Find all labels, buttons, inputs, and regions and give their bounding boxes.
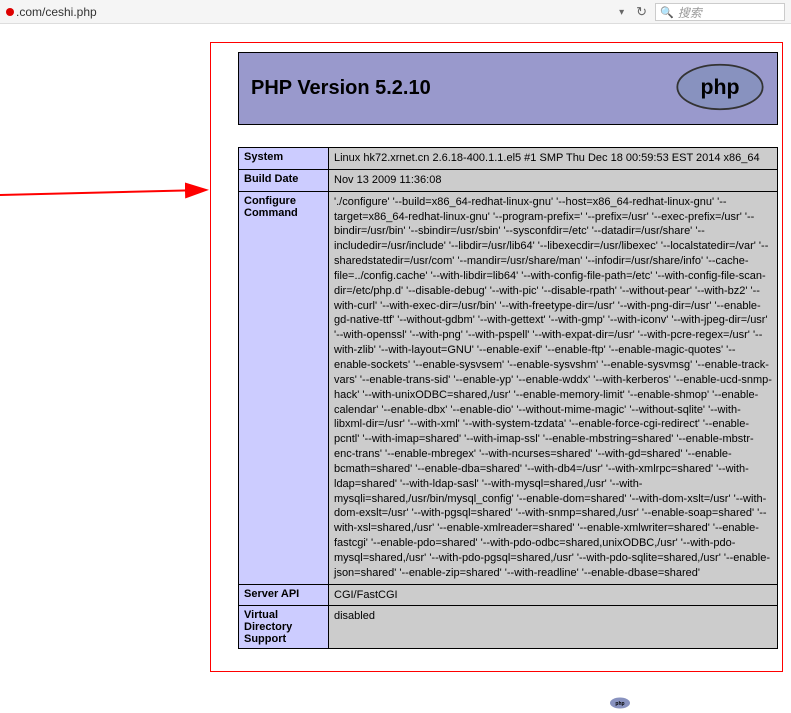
- row-label: Configure Command: [239, 191, 329, 584]
- phpinfo-header: PHP Version 5.2.10 php: [238, 52, 778, 125]
- row-value: './configure' '--build=x86_64-redhat-lin…: [329, 191, 778, 584]
- row-value: disabled: [329, 606, 778, 649]
- browser-toolbar: .com/ceshi.php ▾ ↻ 🔍 搜索: [0, 0, 791, 24]
- search-input[interactable]: 🔍 搜索: [655, 3, 785, 21]
- table-row: Virtual Directory Support disabled: [239, 606, 778, 649]
- phpinfo-table: System Linux hk72.xrnet.cn 2.6.18-400.1.…: [238, 147, 778, 649]
- watermark-baidu: Baidu: [713, 653, 785, 681]
- row-value: Linux hk72.xrnet.cn 2.6.18-400.1.1.el5 #…: [329, 148, 778, 170]
- table-row: Server API CGI/FastCGI: [239, 584, 778, 606]
- footer-php-cn: php php 中文网: [609, 694, 696, 711]
- row-value: CGI/FastCGI: [329, 584, 778, 606]
- svg-text:php: php: [700, 75, 739, 99]
- phpinfo-page: PHP Version 5.2.10 php System Linux hk72…: [210, 40, 785, 649]
- row-value: Nov 13 2009 11:36:08: [329, 169, 778, 191]
- table-row: Configure Command './configure' '--build…: [239, 191, 778, 584]
- history-dropdown[interactable]: ▾: [615, 5, 628, 20]
- favicon-dot: [6, 8, 14, 16]
- search-icon: 🔍: [660, 6, 674, 19]
- row-label: Server API: [239, 584, 329, 606]
- row-label: System: [239, 148, 329, 170]
- row-label: Virtual Directory Support: [239, 606, 329, 649]
- annotation-arrow: [0, 40, 215, 240]
- table-row: Build Date Nov 13 2009 11:36:08: [239, 169, 778, 191]
- table-row: System Linux hk72.xrnet.cn 2.6.18-400.1.…: [239, 148, 778, 170]
- page-title: PHP Version 5.2.10: [251, 77, 431, 100]
- url-bar[interactable]: .com/ceshi.php: [4, 5, 97, 19]
- php-logo: php: [675, 63, 765, 114]
- refresh-button[interactable]: ↻: [632, 2, 651, 22]
- url-text: .com/ceshi.php: [16, 5, 97, 19]
- search-placeholder: 搜索: [678, 4, 702, 21]
- row-label: Build Date: [239, 169, 329, 191]
- watermark-jingyan: jingyan.baidu: [722, 697, 787, 709]
- svg-text:php: php: [615, 701, 624, 707]
